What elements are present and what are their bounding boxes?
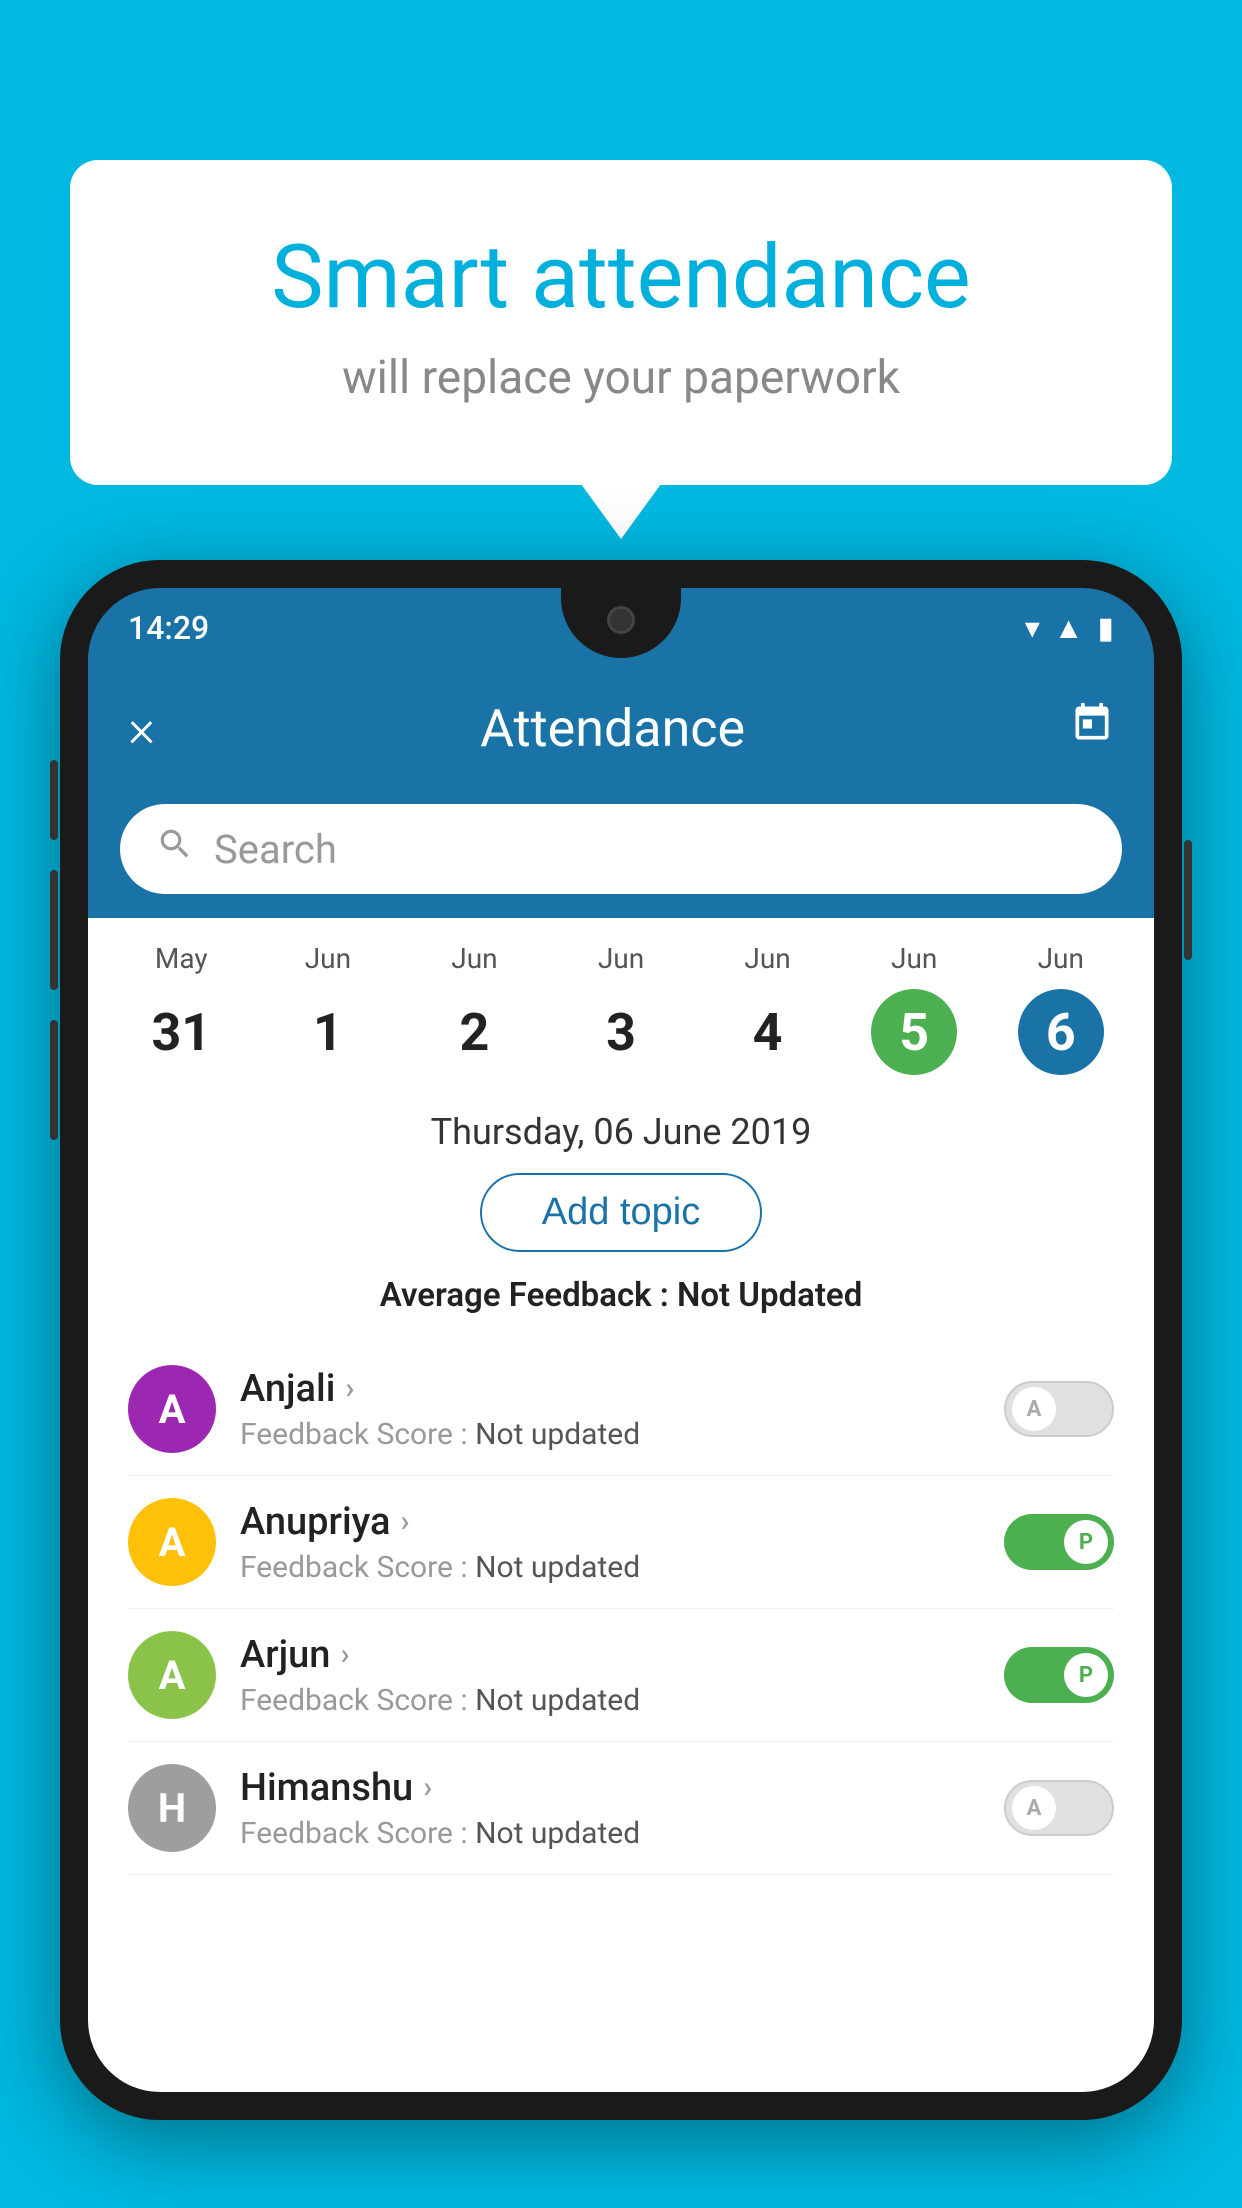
cal-date-2: 2	[431, 989, 517, 1075]
student-avatar-3: H	[128, 1764, 216, 1852]
calendar-strip: May 31 Jun 1 Jun 2 Jun 3 Jun 4 Jun 5 Jun…	[88, 918, 1154, 1091]
wifi-icon: ▾	[1025, 611, 1040, 646]
toggle-switch-2[interactable]: P	[1004, 1647, 1114, 1703]
calendar-day-2[interactable]: Jun 2	[401, 942, 548, 1075]
toggle-knob-1: P	[1064, 1520, 1108, 1564]
student-info-2: Arjun › Feedback Score : Not updated	[240, 1633, 984, 1718]
attendance-toggle-2[interactable]: P	[1004, 1647, 1114, 1703]
student-avatar-0: A	[128, 1365, 216, 1453]
calendar-day-6[interactable]: Jun 6	[987, 942, 1134, 1075]
phone-outer: 14:29 ▾ ▲ ▮ × Attendance	[60, 560, 1182, 2120]
app-header: × Attendance	[88, 668, 1154, 788]
chevron-icon-1: ›	[400, 1504, 409, 1539]
battery-icon: ▮	[1097, 611, 1114, 646]
avg-feedback-label: Average Feedback :	[380, 1276, 677, 1315]
cal-date-5: 5	[871, 989, 957, 1075]
phone-wrapper: 14:29 ▾ ▲ ▮ × Attendance	[60, 560, 1182, 2208]
student-name-1: Anupriya ›	[240, 1500, 984, 1544]
student-info-0: Anjali › Feedback Score : Not updated	[240, 1367, 984, 1452]
feedback-score-1: Feedback Score : Not updated	[240, 1550, 984, 1585]
calendar-day-1[interactable]: Jun 1	[255, 942, 402, 1075]
student-list: A Anjali › Feedback Score : Not updated …	[128, 1343, 1114, 1875]
cal-month-5: Jun	[891, 942, 937, 975]
search-bar[interactable]: Search	[120, 804, 1122, 894]
status-icons: ▾ ▲ ▮	[1025, 611, 1114, 646]
app-title: Attendance	[480, 698, 745, 759]
toggle-switch-0[interactable]: A	[1004, 1381, 1114, 1437]
selected-date: Thursday, 06 June 2019	[128, 1111, 1114, 1153]
speech-bubble: Smart attendance will replace your paper…	[70, 160, 1172, 485]
toggle-knob-0: A	[1012, 1387, 1056, 1431]
student-info-1: Anupriya › Feedback Score : Not updated	[240, 1500, 984, 1585]
close-button[interactable]: ×	[128, 698, 155, 759]
search-container: Search	[88, 788, 1154, 918]
attendance-toggle-1[interactable]: P	[1004, 1514, 1114, 1570]
student-name-0: Anjali ›	[240, 1367, 984, 1411]
student-avatar-1: A	[128, 1498, 216, 1586]
chevron-icon-3: ›	[423, 1770, 432, 1805]
status-time: 14:29	[128, 609, 209, 647]
student-item[interactable]: A Anupriya › Feedback Score : Not update…	[128, 1476, 1114, 1609]
feedback-score-0: Feedback Score : Not updated	[240, 1417, 984, 1452]
student-name-2: Arjun ›	[240, 1633, 984, 1677]
cal-date-3: 3	[578, 989, 664, 1075]
attendance-toggle-0[interactable]: A	[1004, 1381, 1114, 1437]
chevron-icon-2: ›	[340, 1637, 349, 1672]
cal-date-1: 1	[285, 989, 371, 1075]
cal-date-0: 31	[138, 989, 224, 1075]
speech-bubble-container: Smart attendance will replace your paper…	[70, 160, 1172, 485]
student-item[interactable]: A Anjali › Feedback Score : Not updated …	[128, 1343, 1114, 1476]
toggle-knob-2: P	[1064, 1653, 1108, 1697]
cal-month-1: Jun	[305, 942, 351, 975]
avg-feedback-value: Not Updated	[677, 1276, 862, 1315]
student-info-3: Himanshu › Feedback Score : Not updated	[240, 1766, 984, 1851]
cal-month-6: Jun	[1038, 942, 1084, 975]
toggle-switch-3[interactable]: A	[1004, 1780, 1114, 1836]
cal-date-6: 6	[1018, 989, 1104, 1075]
cal-date-4: 4	[725, 989, 811, 1075]
bubble-subtitle: will replace your paperwork	[150, 351, 1092, 405]
cal-month-0: May	[155, 942, 208, 975]
power-button	[1184, 840, 1192, 960]
calendar-day-0[interactable]: May 31	[108, 942, 255, 1075]
silent-button	[50, 1020, 58, 1140]
toggle-knob-3: A	[1012, 1786, 1056, 1830]
chevron-icon-0: ›	[345, 1371, 354, 1406]
attendance-toggle-3[interactable]: A	[1004, 1780, 1114, 1836]
calendar-day-3[interactable]: Jun 3	[548, 942, 695, 1075]
camera	[607, 606, 635, 634]
main-content: Thursday, 06 June 2019 Add topic Average…	[88, 1091, 1154, 1895]
student-item[interactable]: A Arjun › Feedback Score : Not updated P	[128, 1609, 1114, 1742]
student-avatar-2: A	[128, 1631, 216, 1719]
volume-down-button	[50, 870, 58, 990]
search-icon	[156, 825, 194, 873]
calendar-day-4[interactable]: Jun 4	[694, 942, 841, 1075]
calendar-button[interactable]	[1070, 701, 1114, 756]
search-placeholder: Search	[214, 826, 337, 873]
add-topic-button[interactable]: Add topic	[480, 1173, 762, 1252]
cal-month-3: Jun	[598, 942, 644, 975]
bubble-title: Smart attendance	[150, 230, 1092, 327]
avg-feedback: Average Feedback : Not Updated	[128, 1276, 1114, 1315]
feedback-score-2: Feedback Score : Not updated	[240, 1683, 984, 1718]
phone-screen: × Attendance Search	[88, 668, 1154, 2092]
cal-month-4: Jun	[744, 942, 790, 975]
feedback-score-3: Feedback Score : Not updated	[240, 1816, 984, 1851]
toggle-switch-1[interactable]: P	[1004, 1514, 1114, 1570]
cal-month-2: Jun	[451, 942, 497, 975]
calendar-day-5[interactable]: Jun 5	[841, 942, 988, 1075]
student-item[interactable]: H Himanshu › Feedback Score : Not update…	[128, 1742, 1114, 1875]
volume-up-button	[50, 760, 58, 840]
signal-icon: ▲	[1054, 611, 1084, 646]
student-name-3: Himanshu ›	[240, 1766, 984, 1810]
